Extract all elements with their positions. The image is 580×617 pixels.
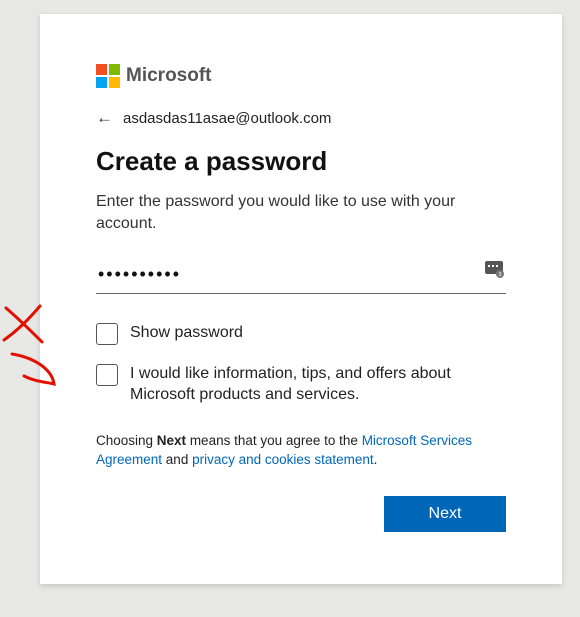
instruction-text: Enter the password you would like to use… xyxy=(96,191,506,236)
identity-email: asdasdas11asae@outlook.com xyxy=(123,110,331,127)
signup-card: Microsoft ← asdasdas11asae@outlook.com C… xyxy=(40,14,562,584)
button-row: Next xyxy=(96,496,506,532)
marketing-optin-row: I would like information, tips, and offe… xyxy=(96,363,506,406)
legal-mid: means that you agree to the xyxy=(186,433,362,448)
microsoft-logo-icon xyxy=(96,64,120,88)
legal-text: Choosing Next means that you agree to th… xyxy=(96,432,506,470)
privacy-statement-link[interactable]: privacy and cookies statement xyxy=(192,452,374,467)
password-manager-icon[interactable]: 3 xyxy=(484,260,504,283)
identity-row: ← asdasdas11asae@outlook.com xyxy=(96,108,506,128)
show-password-checkbox[interactable] xyxy=(96,323,118,345)
show-password-row: Show password xyxy=(96,322,506,345)
brand-row: Microsoft xyxy=(96,64,506,88)
next-button[interactable]: Next xyxy=(384,496,506,532)
legal-and: and xyxy=(162,452,192,467)
legal-suffix: . xyxy=(374,452,378,467)
show-password-label: Show password xyxy=(130,322,243,344)
marketing-optin-checkbox[interactable] xyxy=(96,364,118,386)
page-title: Create a password xyxy=(96,146,506,177)
marketing-optin-label: I would like information, tips, and offe… xyxy=(130,363,506,406)
brand-name: Microsoft xyxy=(126,65,212,87)
svg-text:3: 3 xyxy=(499,272,502,278)
password-input[interactable] xyxy=(98,264,476,285)
legal-prefix: Choosing xyxy=(96,433,157,448)
legal-bold: Next xyxy=(157,433,186,448)
password-field-row: 3 xyxy=(96,258,506,294)
back-arrow-icon[interactable]: ← xyxy=(96,108,113,128)
